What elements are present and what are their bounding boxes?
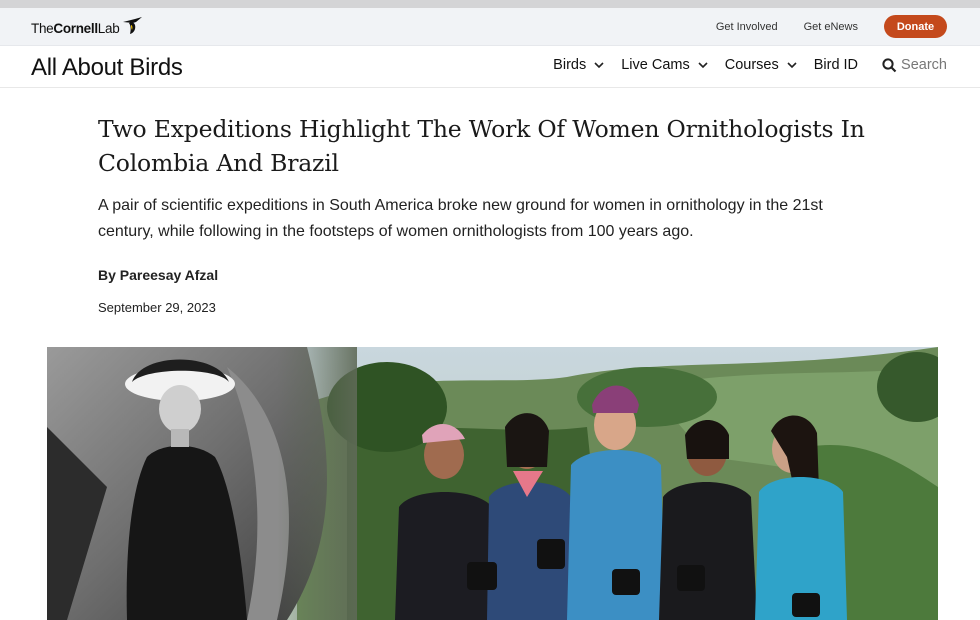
logo-cornell: Cornell bbox=[53, 20, 98, 36]
donate-button[interactable]: Donate bbox=[884, 15, 947, 38]
nav-item-birds[interactable]: Birds bbox=[553, 57, 604, 73]
nav-item-label: Birds bbox=[553, 57, 587, 73]
logo-lab: Lab bbox=[97, 20, 120, 36]
cornell-lab-logo[interactable]: The Cornell Lab bbox=[31, 17, 143, 38]
search-button[interactable]: Search bbox=[882, 57, 947, 73]
logo-the: The bbox=[31, 20, 54, 36]
browser-top-strip bbox=[0, 0, 980, 8]
dek-line: A pair of scientific expeditions in Sout… bbox=[98, 197, 823, 214]
hero-photo bbox=[47, 347, 938, 620]
get-enews-link[interactable]: Get eNews bbox=[804, 21, 858, 33]
nav-item-label: Bird ID bbox=[813, 57, 859, 73]
utility-links: Get Involved Get eNews Donate bbox=[716, 15, 947, 38]
article-date: September 29, 2023 bbox=[98, 300, 216, 315]
nav-item-label: Courses bbox=[724, 57, 779, 73]
nav-item-label: Live Cams bbox=[621, 57, 690, 73]
bird-logo-icon bbox=[123, 17, 143, 34]
nav-item-bird-id[interactable]: Bird ID bbox=[814, 57, 858, 73]
article-dek: A pair of scientific expeditions in Sout… bbox=[98, 193, 888, 245]
nav-menu: Birds Live Cams Courses Bird ID Search bbox=[536, 57, 947, 73]
headline-line: Two Expeditions Highlight The Work Of Wo… bbox=[98, 115, 865, 143]
dek-line: century, while following in the footstep… bbox=[98, 223, 694, 240]
main-nav: All About Birds Birds Live Cams Courses … bbox=[0, 46, 980, 88]
search-icon bbox=[882, 57, 897, 72]
chevron-down-icon bbox=[698, 61, 708, 68]
article-byline: By Pareesay Afzal bbox=[98, 267, 219, 283]
chevron-down-icon bbox=[594, 61, 604, 68]
hero-image bbox=[47, 347, 938, 620]
nav-item-courses[interactable]: Courses bbox=[725, 57, 797, 73]
article-headline: Two Expeditions Highlight The Work Of Wo… bbox=[98, 112, 888, 180]
site-title[interactable]: All About Birds bbox=[31, 54, 183, 82]
article: Two Expeditions Highlight The Work Of Wo… bbox=[98, 112, 888, 315]
nav-item-live-cams[interactable]: Live Cams bbox=[621, 57, 708, 73]
get-involved-link[interactable]: Get Involved bbox=[716, 21, 778, 33]
headline-line: Colombia And Brazil bbox=[98, 149, 339, 177]
search-label: Search bbox=[901, 57, 947, 73]
utility-bar: The Cornell Lab Get Involved Get eNews Don… bbox=[0, 8, 980, 46]
chevron-down-icon bbox=[787, 61, 797, 68]
